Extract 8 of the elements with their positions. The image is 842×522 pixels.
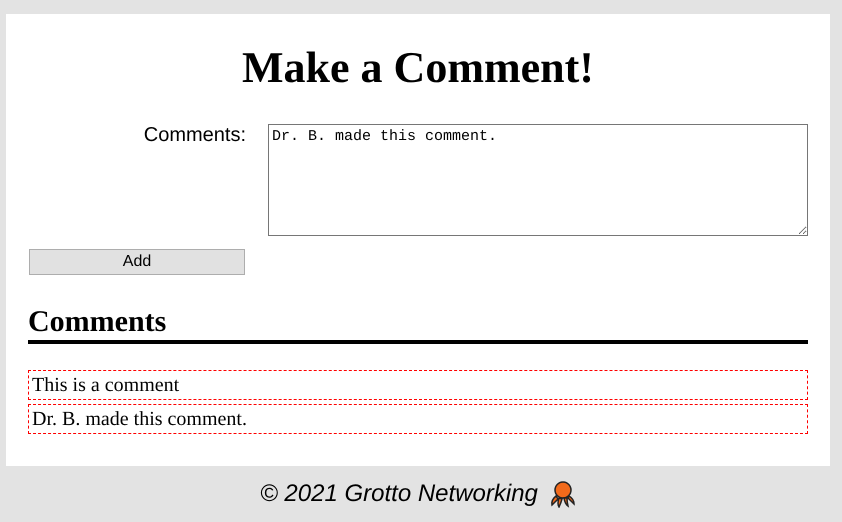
add-button[interactable]: Add	[29, 249, 245, 275]
comments-label: Comments:	[142, 124, 246, 147]
comment-item: Dr. B. made this comment.	[28, 404, 808, 434]
footer-text: © 2021 Grotto Networking	[260, 480, 538, 508]
page-title: Make a Comment!	[241, 42, 595, 94]
comments-heading: Comments	[28, 305, 808, 344]
comment-field[interactable]: Dr. B. made this comment.	[268, 124, 808, 236]
comment-item: This is a comment	[28, 370, 808, 400]
